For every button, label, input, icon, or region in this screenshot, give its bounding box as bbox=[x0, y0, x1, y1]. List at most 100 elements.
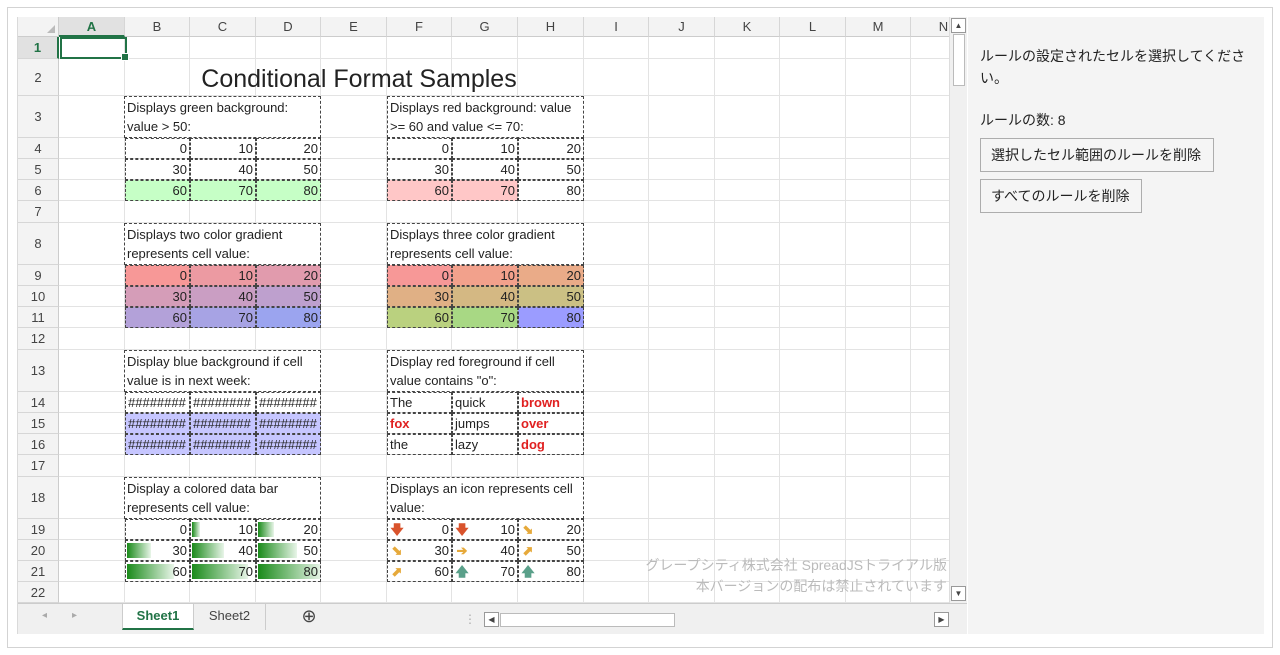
column-header-b[interactable]: B bbox=[125, 17, 190, 37]
cell-h20[interactable]: ⬈ 50 bbox=[518, 540, 584, 561]
cell-f16[interactable]: the bbox=[387, 434, 452, 455]
cell-c15[interactable]: ######## bbox=[190, 413, 256, 434]
row-header-22[interactable]: 22 bbox=[18, 582, 59, 603]
cell-g11[interactable]: 70 bbox=[452, 307, 518, 328]
cell-d9[interactable]: 20 bbox=[256, 265, 321, 286]
cell-c21[interactable]: 70 bbox=[190, 561, 256, 582]
cell-f9[interactable]: 0 bbox=[387, 265, 452, 286]
cell-d6[interactable]: 80 bbox=[256, 180, 321, 201]
row-header-4[interactable]: 4 bbox=[18, 138, 59, 159]
add-sheet-icon[interactable]: ⊕ bbox=[294, 604, 324, 630]
row-header-7[interactable]: 7 bbox=[18, 201, 59, 223]
scroll-right-arrow-icon[interactable]: ▶ bbox=[934, 612, 949, 627]
row-header-3[interactable]: 3 bbox=[18, 96, 59, 138]
cell-d14[interactable]: ######## bbox=[256, 392, 321, 413]
cell-c16[interactable]: ######## bbox=[190, 434, 256, 455]
cell-c19[interactable]: 10 bbox=[190, 519, 256, 540]
cell-b5[interactable]: 30 bbox=[125, 159, 190, 180]
cell-b19[interactable]: 0 bbox=[125, 519, 190, 540]
cell-g20[interactable]: ➔ 40 bbox=[452, 540, 518, 561]
cell-g6[interactable]: 70 bbox=[452, 180, 518, 201]
cell-d21[interactable]: 80 bbox=[256, 561, 321, 582]
cell-c9[interactable]: 10 bbox=[190, 265, 256, 286]
cell-b4[interactable]: 0 bbox=[125, 138, 190, 159]
cell-f20[interactable]: ⬊ 30 bbox=[387, 540, 452, 561]
cell-g9[interactable]: 10 bbox=[452, 265, 518, 286]
cell-c10[interactable]: 40 bbox=[190, 286, 256, 307]
column-header-i[interactable]: I bbox=[584, 17, 649, 37]
cell-b10[interactable]: 30 bbox=[125, 286, 190, 307]
row-header-6[interactable]: 6 bbox=[18, 180, 59, 201]
column-header-a[interactable]: A bbox=[59, 17, 125, 37]
cell-b6[interactable]: 60 bbox=[125, 180, 190, 201]
note-data-bar[interactable]: Display a colored data bar represents ce… bbox=[124, 477, 321, 519]
cell-g10[interactable]: 40 bbox=[452, 286, 518, 307]
cell-b9[interactable]: 0 bbox=[125, 265, 190, 286]
cell-c11[interactable]: 70 bbox=[190, 307, 256, 328]
cell-d11[interactable]: 80 bbox=[256, 307, 321, 328]
select-all-corner[interactable] bbox=[18, 17, 59, 37]
cell-h16[interactable]: dog bbox=[518, 434, 584, 455]
cell-g15[interactable]: jumps bbox=[452, 413, 518, 434]
cell-g19[interactable]: 🡇 10 bbox=[452, 519, 518, 540]
cell-b21[interactable]: 60 bbox=[125, 561, 190, 582]
row-header-11[interactable]: 11 bbox=[18, 307, 59, 328]
row-header-9[interactable]: 9 bbox=[18, 265, 59, 286]
row-header-2[interactable]: 2 bbox=[18, 59, 59, 96]
note-green-background[interactable]: Displays green background: value > 50: bbox=[124, 96, 321, 138]
vertical-scrollbar[interactable]: ▲ ▼ bbox=[949, 17, 967, 603]
cell-f14[interactable]: The bbox=[387, 392, 452, 413]
cell-b14[interactable]: ######## bbox=[125, 392, 190, 413]
row-header-1[interactable]: 1 bbox=[18, 37, 59, 59]
cell-f19[interactable]: 🡇 0 bbox=[387, 519, 452, 540]
scroll-up-arrow-icon[interactable]: ▲ bbox=[951, 18, 966, 33]
vertical-scroll-thumb[interactable] bbox=[953, 34, 965, 86]
cell-c20[interactable]: 40 bbox=[190, 540, 256, 561]
row-header-12[interactable]: 12 bbox=[18, 328, 59, 350]
tab-sheet2[interactable]: Sheet2 bbox=[194, 604, 266, 630]
row-header-13[interactable]: 13 bbox=[18, 350, 59, 392]
column-header-c[interactable]: C bbox=[190, 17, 256, 37]
cell-g21[interactable]: 🡅 70 bbox=[452, 561, 518, 582]
cell-b20[interactable]: 30 bbox=[125, 540, 190, 561]
note-red-foreground[interactable]: Display red foreground if cell value con… bbox=[387, 350, 584, 392]
cell-g4[interactable]: 10 bbox=[452, 138, 518, 159]
cell-f10[interactable]: 30 bbox=[387, 286, 452, 307]
horizontal-scroll-thumb[interactable] bbox=[500, 613, 675, 627]
delete-selected-rules-button[interactable]: 選択したセル範囲のルールを削除 bbox=[980, 138, 1214, 172]
cell-g16[interactable]: lazy bbox=[452, 434, 518, 455]
cell-h5[interactable]: 50 bbox=[518, 159, 584, 180]
cell-d4[interactable]: 20 bbox=[256, 138, 321, 159]
scroll-down-arrow-icon[interactable]: ▼ bbox=[951, 586, 966, 601]
row-header-17[interactable]: 17 bbox=[18, 455, 59, 477]
tab-nav-left-icon[interactable]: ◂ bbox=[42, 610, 47, 621]
column-header-g[interactable]: G bbox=[452, 17, 518, 37]
row-header-15[interactable]: 15 bbox=[18, 413, 59, 434]
row-header-16[interactable]: 16 bbox=[18, 434, 59, 455]
cell-f21[interactable]: ⬈ 60 bbox=[387, 561, 452, 582]
tab-nav-right-icon[interactable]: ▸ bbox=[72, 610, 77, 621]
cell-h9[interactable]: 20 bbox=[518, 265, 584, 286]
note-icon-set[interactable]: Displays an icon represents cell value: bbox=[387, 477, 584, 519]
row-header-14[interactable]: 14 bbox=[18, 392, 59, 413]
cell-h21[interactable]: 🡅 80 bbox=[518, 561, 584, 582]
cell-d20[interactable]: 50 bbox=[256, 540, 321, 561]
delete-all-rules-button[interactable]: すべてのルールを削除 bbox=[980, 179, 1142, 213]
cell-f5[interactable]: 30 bbox=[387, 159, 452, 180]
column-header-j[interactable]: J bbox=[649, 17, 715, 37]
cell-c5[interactable]: 40 bbox=[190, 159, 256, 180]
row-header-5[interactable]: 5 bbox=[18, 159, 59, 180]
horizontal-scrollbar[interactable]: ◀ ▶ bbox=[484, 612, 949, 628]
column-header-e[interactable]: E bbox=[321, 17, 387, 37]
cell-d15[interactable]: ######## bbox=[256, 413, 321, 434]
scroll-left-arrow-icon[interactable]: ◀ bbox=[484, 612, 499, 627]
row-header-19[interactable]: 19 bbox=[18, 519, 59, 540]
cell-h19[interactable]: ⬊ 20 bbox=[518, 519, 584, 540]
cell-f6[interactable]: 60 bbox=[387, 180, 452, 201]
cell-h14[interactable]: brown bbox=[518, 392, 584, 413]
row-header-8[interactable]: 8 bbox=[18, 223, 59, 265]
note-blue-background[interactable]: Display blue background if cell value is… bbox=[124, 350, 321, 392]
cell-h4[interactable]: 20 bbox=[518, 138, 584, 159]
active-cell-a1[interactable] bbox=[60, 37, 129, 61]
column-header-f[interactable]: F bbox=[387, 17, 452, 37]
